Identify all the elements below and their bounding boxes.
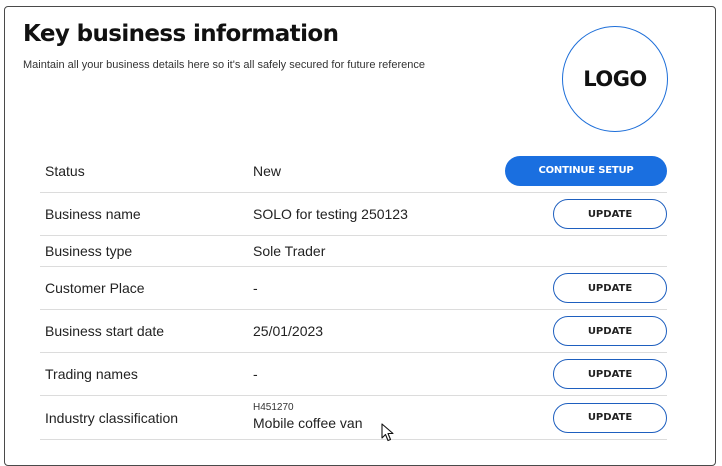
row-label: Status (45, 162, 85, 179)
row-label: Industry classification (45, 409, 179, 426)
row-label: Business name (45, 206, 141, 222)
logo-placeholder[interactable]: LOGO (562, 26, 668, 132)
update-industry-button[interactable]: UPDATE (553, 402, 667, 433)
page-subtitle: Maintain all your business details here … (23, 59, 425, 71)
row-label: Customer Place (45, 280, 145, 296)
continue-setup-button[interactable]: CONTINUE SETUP (505, 155, 667, 186)
row-industry-classification: Industry classification H451270 Mobile c… (40, 396, 667, 440)
row-trading-names: Trading names - UPDATE (40, 353, 667, 396)
row-value: - (253, 366, 258, 382)
row-value: 25/01/2023 (253, 323, 324, 339)
update-start-date-button[interactable]: UPDATE (553, 316, 667, 346)
row-business-type: Business type Sole Trader (40, 236, 667, 267)
row-business-start-date: Business start date 25/01/2023 UPDATE (40, 310, 667, 353)
row-status: Status New CONTINUE SETUP (40, 149, 667, 193)
page-title: Key business information (23, 21, 339, 47)
update-customer-place-button[interactable]: UPDATE (553, 273, 667, 303)
row-label: Business start date (45, 323, 165, 339)
logo-text: LOGO (583, 67, 647, 91)
row-value: SOLO for testing 250123 (253, 206, 408, 222)
row-business-name: Business name SOLO for testing 250123 UP… (40, 193, 667, 236)
update-business-name-button[interactable]: UPDATE (553, 199, 667, 229)
row-value: New (253, 162, 282, 179)
update-trading-names-button[interactable]: UPDATE (553, 359, 667, 389)
mouse-pointer-icon (381, 423, 394, 442)
industry-description: Mobile coffee van (253, 415, 363, 431)
row-label: Trading names (45, 366, 138, 382)
business-details-list: Status New CONTINUE SETUP Business name … (40, 149, 667, 440)
row-customer-place: Customer Place - UPDATE (40, 267, 667, 310)
row-value: Sole Trader (253, 243, 326, 259)
industry-code: H451270 (253, 402, 294, 413)
industry-value: H451270 Mobile coffee van (253, 401, 362, 433)
row-label: Business type (45, 243, 133, 259)
row-value: - (253, 280, 258, 296)
